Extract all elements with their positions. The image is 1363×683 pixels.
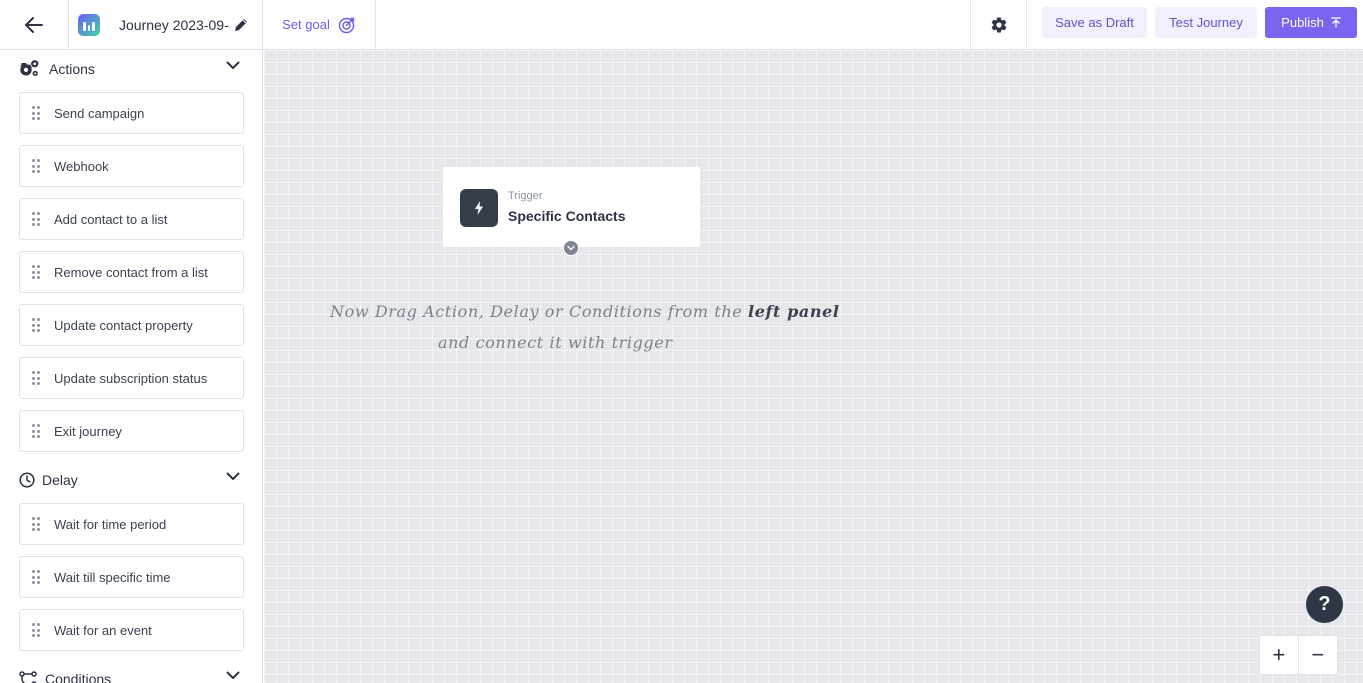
canvas-hint-line2: and connect it with trigger: [438, 333, 673, 352]
help-button[interactable]: ?: [1306, 586, 1343, 623]
chevron-down-icon: [567, 245, 575, 251]
set-goal-button[interactable]: Set goal: [263, 0, 376, 49]
save-draft-button[interactable]: Save as Draft: [1042, 7, 1147, 38]
actions-section-header[interactable]: Actions: [19, 56, 245, 82]
upload-icon: [1331, 17, 1341, 28]
app-logo-icon: [78, 13, 100, 36]
action-item-add-to-list[interactable]: Add contact to a list: [19, 198, 244, 240]
zoom-controls: + −: [1259, 635, 1338, 675]
grip-icon[interactable]: [32, 212, 40, 226]
action-item-label: Update contact property: [54, 317, 193, 333]
trigger-connector-handle[interactable]: [563, 240, 579, 256]
grip-icon[interactable]: [32, 371, 40, 385]
action-item-webhook[interactable]: Webhook: [19, 145, 244, 187]
zoom-out-button[interactable]: −: [1299, 636, 1338, 674]
back-button[interactable]: [0, 0, 69, 49]
delay-section-header[interactable]: Delay: [19, 467, 245, 493]
trigger-label: Specific Contacts: [508, 208, 626, 224]
grip-icon[interactable]: [32, 318, 40, 332]
grip-icon[interactable]: [32, 159, 40, 173]
delay-item-label: Wait till specific time: [54, 569, 171, 585]
grip-icon[interactable]: [32, 424, 40, 438]
conditions-section-header[interactable]: Conditions: [19, 666, 245, 683]
action-item-label: Add contact to a list: [54, 211, 168, 227]
action-item-update-property[interactable]: Update contact property: [19, 304, 244, 346]
delay-item-event[interactable]: Wait for an event: [19, 609, 244, 651]
top-bar: Journey 2023-09-15 Set goal Save as Draf…: [0, 0, 1363, 50]
chevron-down-icon[interactable]: [226, 671, 240, 680]
minus-icon: −: [1311, 642, 1325, 667]
zoom-in-button[interactable]: +: [1260, 636, 1299, 674]
action-item-send-campaign[interactable]: Send campaign: [19, 92, 244, 134]
settings-button[interactable]: [970, 0, 1027, 49]
canvas-hint-line1: Now Drag Action, Delay or Conditions fro…: [330, 302, 840, 321]
chevron-down-icon[interactable]: [226, 61, 240, 70]
conditions-section-title: Conditions: [45, 671, 112, 683]
publish-button[interactable]: Publish: [1265, 7, 1357, 38]
delay-item-time-period[interactable]: Wait for time period: [19, 503, 244, 545]
action-item-remove-from-list[interactable]: Remove contact from a list: [19, 251, 244, 293]
chevron-down-icon[interactable]: [226, 472, 240, 481]
action-item-exit-journey[interactable]: Exit journey: [19, 410, 244, 452]
journey-title[interactable]: Journey 2023-09-15: [119, 17, 229, 33]
action-item-label: Send campaign: [54, 105, 145, 121]
hint-text: Now Drag Action, Delay or Conditions fro…: [330, 302, 749, 321]
pencil-icon[interactable]: [233, 17, 249, 33]
hint-emphasis: left panel: [748, 302, 840, 321]
action-item-label: Exit journey: [54, 423, 122, 439]
target-icon: [338, 17, 355, 33]
grip-icon[interactable]: [32, 106, 40, 120]
gear-icon: [991, 16, 1006, 33]
trigger-node[interactable]: Trigger Specific Contacts: [443, 167, 700, 256]
branch-icon: [19, 671, 37, 683]
action-item-label: Webhook: [54, 158, 109, 174]
lightning-icon: [475, 201, 483, 215]
set-goal-label: Set goal: [282, 17, 330, 32]
clock-icon: [19, 472, 35, 488]
help-icon: ?: [1318, 593, 1331, 615]
test-journey-button[interactable]: Test Journey: [1155, 7, 1257, 38]
delay-section-title: Delay: [42, 472, 78, 488]
delay-item-label: Wait for an event: [54, 622, 152, 638]
grip-icon[interactable]: [32, 517, 40, 531]
sidebar-panel: Actions Send campaign Webhook Add contac…: [0, 50, 263, 683]
grip-icon[interactable]: [32, 623, 40, 637]
delay-item-label: Wait for time period: [54, 516, 167, 532]
action-item-update-subscription[interactable]: Update subscription status: [19, 357, 244, 399]
grip-icon[interactable]: [32, 570, 40, 584]
plus-icon: +: [1272, 642, 1286, 667]
arrow-left-icon: [25, 16, 43, 33]
trigger-sublabel: Trigger: [508, 190, 543, 202]
action-item-label: Update subscription status: [54, 370, 208, 386]
gears-icon: [19, 60, 39, 76]
journey-canvas[interactable]: Trigger Specific Contacts Now Drag Actio…: [264, 50, 1363, 683]
action-item-label: Remove contact from a list: [54, 264, 208, 280]
publish-label: Publish: [1281, 15, 1324, 30]
grip-icon[interactable]: [32, 265, 40, 279]
journey-title-area: Journey 2023-09-15: [69, 0, 263, 49]
trigger-icon-box: [460, 189, 498, 227]
actions-section-title: Actions: [49, 61, 95, 77]
delay-item-specific-time[interactable]: Wait till specific time: [19, 556, 244, 598]
